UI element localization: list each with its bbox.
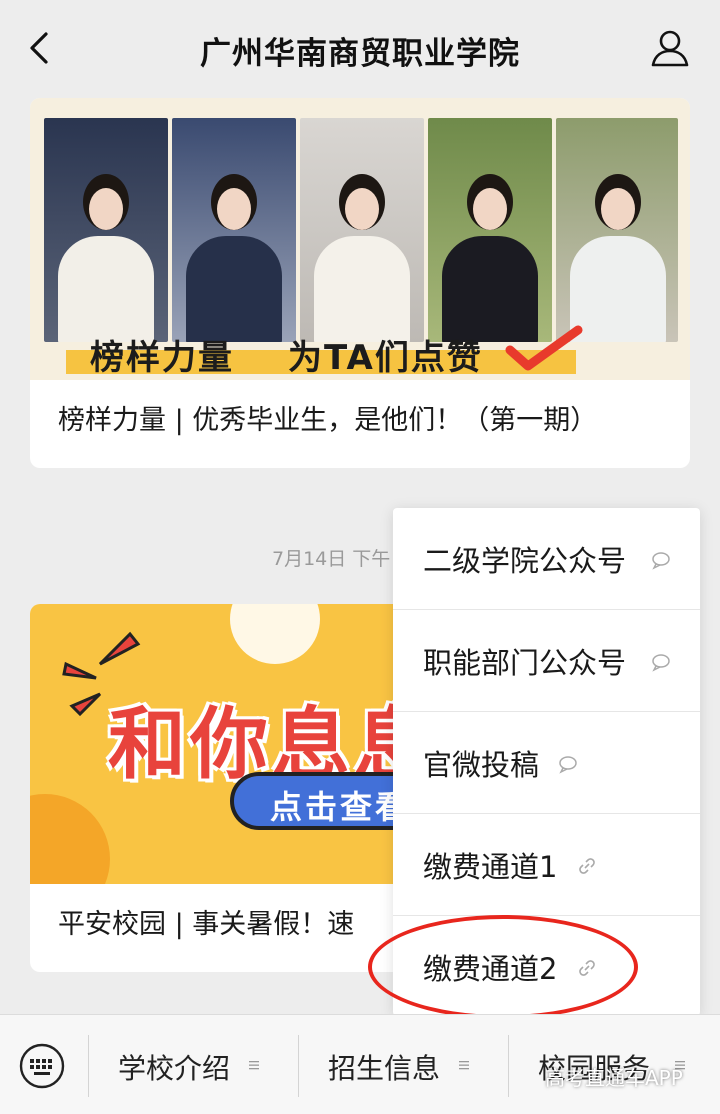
watermark: 高考直通车APP bbox=[545, 1066, 683, 1090]
menu-item-label: 官微投稿 bbox=[423, 748, 540, 782]
message-timestamp: 7月14日 下午 bbox=[272, 548, 391, 570]
tab-label: 学校介绍 bbox=[118, 1052, 231, 1085]
tab-school-intro[interactable]: 学校介绍 bbox=[88, 1037, 298, 1093]
cover-caption: 榜样力量 bbox=[90, 338, 234, 378]
decorative-circle bbox=[30, 794, 110, 884]
profile-button[interactable] bbox=[648, 26, 692, 70]
menu-lines-icon bbox=[459, 1061, 469, 1070]
menu-item-label: 缴费通道1 bbox=[423, 850, 558, 884]
tab-label: 招生信息 bbox=[328, 1052, 441, 1085]
checkmark-icon bbox=[505, 325, 583, 371]
menu-item-label: 职能部门公众号 bbox=[423, 646, 627, 680]
menu-item-payment-1[interactable]: 缴费通道1 bbox=[393, 814, 700, 916]
article-card[interactable]: 榜样力量 为TA们点赞 榜样力量 | 优秀毕业生，是他们！（第一期） bbox=[30, 98, 690, 468]
menu-item-label: 缴费通道2 bbox=[423, 952, 558, 986]
page-title: 广州华南商贸职业学院 bbox=[200, 36, 520, 72]
cover-button-text: 点击查看 bbox=[270, 788, 411, 826]
cover-caption: 为TA们点赞 bbox=[288, 338, 483, 378]
menu-item-payment-2[interactable]: 缴费通道2 bbox=[393, 916, 700, 1016]
student-photo bbox=[428, 118, 552, 342]
student-photo bbox=[172, 118, 296, 342]
student-photo bbox=[44, 118, 168, 342]
nav-header: 广州华南商贸职业学院 bbox=[0, 0, 720, 96]
menu-lines-icon bbox=[249, 1061, 259, 1070]
keyboard-icon bbox=[19, 1043, 65, 1089]
person-icon bbox=[651, 30, 689, 67]
link-icon bbox=[579, 960, 595, 976]
article-title: 平安校园 | 事关暑假！速 bbox=[58, 909, 355, 940]
chat-bubble-icon bbox=[559, 756, 577, 774]
menu-item-department-accounts[interactable]: 职能部门公众号 bbox=[393, 610, 700, 712]
popup-menu: 二级学院公众号 职能部门公众号 官微投稿 缴费通道1 缴费通道2 bbox=[393, 508, 700, 1016]
menu-item-label: 二级学院公众号 bbox=[423, 544, 627, 578]
article-title: 榜样力量 | 优秀毕业生，是他们！（第一期） bbox=[58, 405, 598, 436]
chat-bubble-icon bbox=[652, 654, 670, 672]
student-photo bbox=[300, 118, 424, 342]
keyboard-toggle-button[interactable] bbox=[18, 1042, 66, 1090]
menu-item-college-accounts[interactable]: 二级学院公众号 bbox=[393, 508, 700, 610]
tab-admission-info[interactable]: 招生信息 bbox=[298, 1037, 508, 1093]
link-icon bbox=[579, 858, 595, 874]
decorative-circle bbox=[230, 604, 320, 664]
student-photo bbox=[556, 118, 678, 342]
article-cover-image: 榜样力量 为TA们点赞 bbox=[30, 98, 690, 380]
menu-item-submission[interactable]: 官微投稿 bbox=[393, 712, 700, 814]
chat-bubble-icon bbox=[652, 552, 670, 570]
